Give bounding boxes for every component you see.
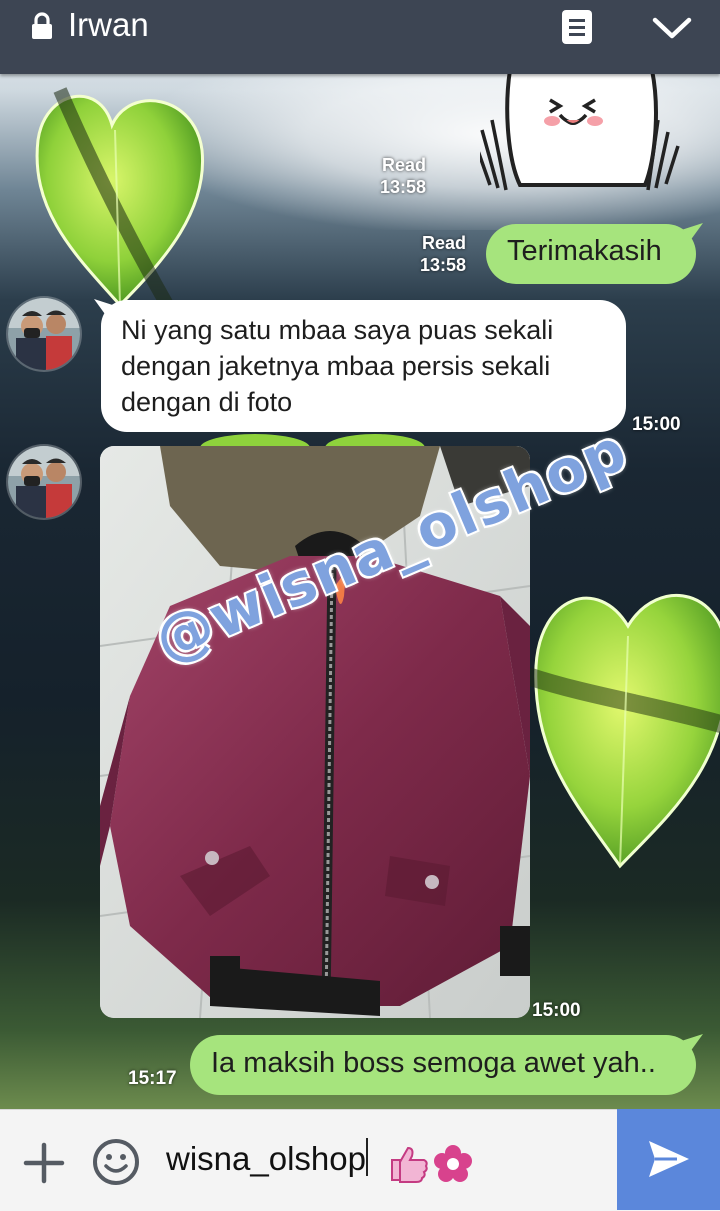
message-read-status: Read 13:58 (420, 232, 466, 276)
wallpaper-heart-leaf-top (35, 87, 205, 314)
message-text: Terimakasih (507, 235, 662, 267)
contact-avatar[interactable] (8, 446, 80, 518)
message-input-value: wisna_olshop (166, 1140, 366, 1177)
emoji-icon[interactable] (92, 1138, 140, 1186)
avatar-photo (8, 298, 80, 370)
text-caret (365, 1138, 368, 1176)
message-text: Ni yang satu mbaa saya puas sekali denga… (121, 312, 553, 420)
message-time: 15:00 (632, 414, 681, 435)
message-input[interactable]: wisna_olshop (166, 1138, 368, 1182)
notes-icon[interactable] (560, 8, 594, 46)
message-line: dengan jaketnya mbaa persis sekali (121, 351, 551, 381)
message-time: 13:58 (380, 177, 427, 197)
thumbs-up-emoji (391, 1146, 428, 1183)
message-text: Ia maksih boss semoga awet yah.. (211, 1047, 656, 1079)
chat-header: Irwan (0, 0, 720, 74)
sticker-read-status: Read 13:58 (380, 154, 426, 198)
message-composer: wisna_olshop (0, 1109, 720, 1211)
send-icon (649, 1141, 689, 1177)
flower-emoji (434, 1145, 472, 1182)
wallpaper-heart-leaf-right (528, 593, 720, 869)
read-label: Read (422, 233, 467, 253)
outgoing-message-bubble[interactable]: Terimakasih (486, 224, 696, 284)
avatar-photo (8, 446, 80, 518)
contact-name[interactable]: Irwan (68, 6, 149, 44)
chevron-down-icon[interactable] (651, 14, 693, 42)
incoming-message-bubble[interactable]: Ni yang satu mbaa saya puas sekali denga… (101, 300, 626, 432)
message-time: 15:00 (532, 1000, 581, 1021)
message-line: Ni yang satu mbaa saya puas sekali (121, 315, 554, 345)
plus-icon[interactable] (22, 1141, 66, 1185)
read-label: Read (382, 155, 427, 175)
lock-icon (32, 12, 52, 39)
message-time: 13:58 (420, 255, 467, 275)
outgoing-message-bubble[interactable]: Ia maksih boss semoga awet yah.. (190, 1035, 696, 1095)
message-line: dengan di foto (121, 387, 293, 417)
contact-avatar[interactable] (8, 298, 80, 370)
message-time: 15:17 (128, 1068, 177, 1089)
send-button[interactable] (617, 1109, 720, 1210)
sticker-cony-laughing[interactable] (480, 70, 700, 200)
